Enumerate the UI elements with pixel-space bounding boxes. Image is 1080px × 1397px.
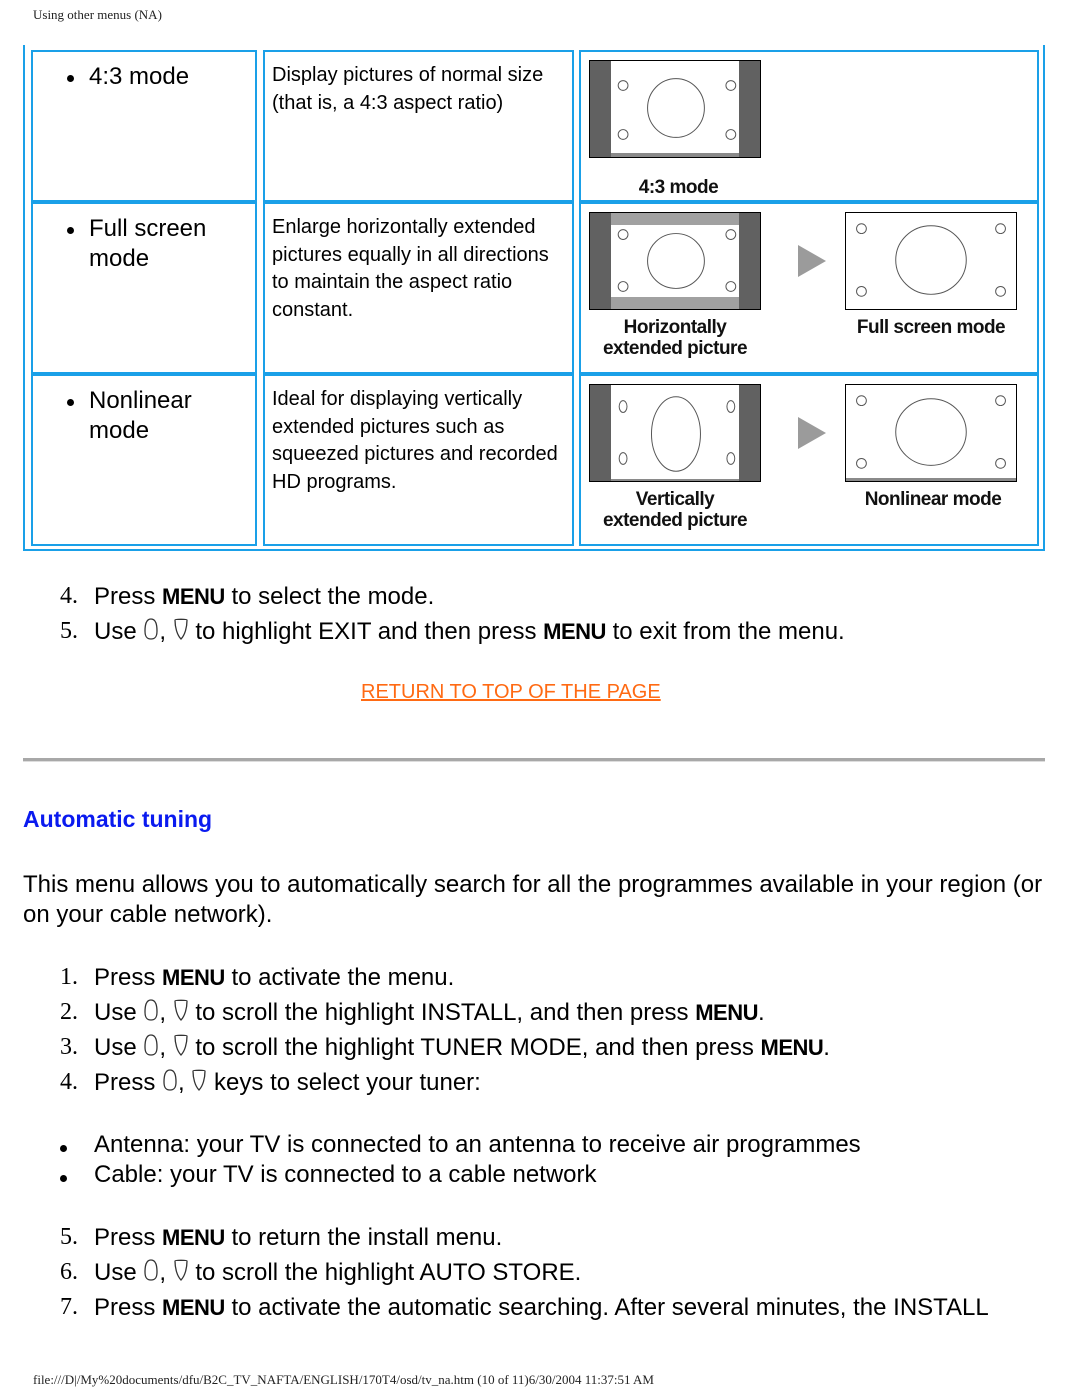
image-caption: Nonlinear mode: [864, 489, 1002, 510]
mode-description: Enlarge horizontally extended pictures e…: [272, 216, 549, 321]
mode-name: 4:3 mode: [67, 62, 189, 92]
page-footer-path: file:///D|/My%20documents/dfu/B2C_TV_NAF…: [33, 1372, 654, 1387]
bullet-icon: [67, 227, 74, 234]
tv-horizontally-extended-illustration: [589, 212, 761, 310]
menu-key-label: MENU: [162, 584, 225, 609]
menu-key-label: MENU: [695, 1000, 758, 1025]
up-key-icon: [143, 617, 159, 641]
down-key-icon: [173, 1033, 189, 1057]
menu-key-label: MENU: [543, 619, 606, 644]
table-row: 4:3 mode Display pictures of normal size…: [29, 50, 1039, 202]
down-key-icon: [173, 1258, 189, 1282]
menu-key-label: MENU: [162, 965, 225, 990]
section-title: Automatic tuning: [23, 806, 213, 832]
tv-full-screen-illustration: [845, 212, 1017, 310]
tuner-options-list: Antenna: your TV is connected to an ante…: [60, 1130, 861, 1189]
up-key-icon: [143, 1033, 159, 1057]
menu-key-label: MENU: [162, 1295, 225, 1320]
bullet-icon: [67, 75, 74, 82]
menu-key-label: MENU: [760, 1035, 824, 1060]
tv-4-3-mode-illustration: [589, 60, 761, 158]
down-key-icon: [173, 998, 189, 1022]
mode-name: Nonlinear mode: [67, 386, 209, 446]
down-key-icon: [173, 617, 189, 641]
image-caption: Horizontally extended picture: [602, 317, 748, 359]
return-to-top-link[interactable]: RETURN TO TOP OF THE PAGE: [361, 681, 661, 704]
tv-nonlinear-illustration: [845, 384, 1017, 482]
down-key-icon: [191, 1068, 207, 1092]
table-row: Full screen mode Enlarge horizontally ex…: [29, 202, 1039, 374]
mode-description: Ideal for displaying vertically extended…: [272, 388, 558, 493]
section-intro: This menu allows you to automatically se…: [23, 871, 1043, 928]
up-key-icon: [162, 1068, 178, 1092]
table-row: Nonlinear mode Ideal for displaying vert…: [29, 374, 1039, 546]
bullet-icon: [67, 399, 74, 406]
section-divider: [23, 758, 1045, 762]
tv-vertically-extended-illustration: [589, 384, 761, 482]
right-arrow-icon: [798, 417, 826, 449]
page-header: Using other menus (NA): [33, 7, 162, 22]
list-item: Antenna: your TV is connected to an ante…: [60, 1130, 861, 1160]
bullet-icon: [60, 1174, 67, 1182]
mode-name: Full screen mode: [67, 214, 229, 274]
right-arrow-icon: [798, 245, 826, 277]
menu-key-label: MENU: [162, 1225, 225, 1250]
image-caption: 4:3 mode: [638, 177, 719, 198]
up-key-icon: [143, 1258, 159, 1282]
image-caption: Full screen mode: [856, 317, 1006, 338]
image-caption: Vertically extended picture: [602, 489, 748, 531]
display-modes-table: 4:3 mode Display pictures of normal size…: [23, 45, 1045, 551]
list-item: Cable: your TV is connected to a cable n…: [60, 1160, 861, 1190]
bullet-icon: [60, 1145, 67, 1152]
mode-description: Display pictures of normal size (that is…: [272, 64, 544, 114]
up-key-icon: [143, 998, 159, 1022]
